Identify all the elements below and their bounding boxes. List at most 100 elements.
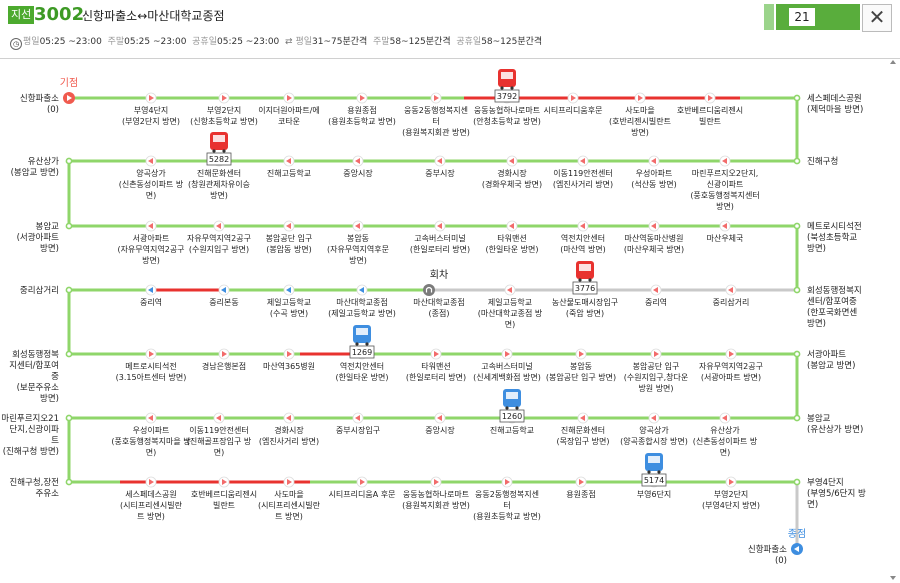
stop-r1-1-label: 마린푸르지오2단지, 신광이파트 (풍호동행정복지센터 방면) xyxy=(690,168,759,211)
stop-r6-5-label: 웅동농협하나로마트 (용원복지회관 방면) xyxy=(402,489,470,510)
stop-r5-2-label: 양곡상가 (양곡종합시장 방면) xyxy=(620,425,688,446)
stop-r0-10-dot[interactable] xyxy=(793,94,801,102)
stop-r1-7-label: 진해고등학교 xyxy=(267,168,311,178)
route-name: 신항파출소↔마산대학교종점 xyxy=(82,9,225,23)
stop-r4-2-label: 경남은행본점 xyxy=(202,361,246,371)
stop-r0-8-label: 사도마을 (호반리젠시빌란트 방면) xyxy=(609,106,671,137)
bus-4-0-number: 1269 xyxy=(352,348,372,357)
stop-r2-10-dot[interactable] xyxy=(65,222,73,230)
bus-5-0-wheel xyxy=(505,406,509,410)
stop-r5-10-label: 마린푸르지오21 단지,신광이파 트 (진해구청 방면) xyxy=(1,413,59,457)
stop-r3-0-label: 중리삼거리 xyxy=(20,285,59,296)
weekday-label: 평일 xyxy=(23,37,40,47)
bus-6-0-window xyxy=(648,456,660,463)
stop-r5-7-label: 경화시장 (엠진사거리 방면) xyxy=(259,425,319,446)
stop-r1-0-label: 진해구청 xyxy=(807,156,838,167)
stop-r2-10-label: 봉암교 (서광아파트 방면) xyxy=(17,221,60,254)
stop-r2-0-label: 메트로시티석전 (북성초등학교 방면) xyxy=(807,221,862,254)
stop-r2-2-label: 마산역동마산병원 (마산우체국 방면) xyxy=(624,233,684,254)
stop-r4-0-label: 회성동행정복 지센터/합포여 중 (보문주유소 방면) xyxy=(9,349,59,404)
stop-r5-0-label: 봉암교 (유산상가 방면) xyxy=(807,413,863,435)
stop-r5-3-label: 진해문화센터 (목장입구 방면) xyxy=(557,425,610,446)
stop-r3-3-label: 제일고등학교 (수곡 방면) xyxy=(267,297,311,318)
stop-r2-1-label: 마산우체국 xyxy=(707,233,744,243)
bus-1-0-wheel xyxy=(212,149,216,153)
stop-r4-0-dot[interactable] xyxy=(65,350,73,358)
stop-r2-7-label: 봉암공단 입구 (봉암동 방면) xyxy=(266,233,313,254)
stop-r4-8-label: 봉암공단 입구 (수원지입구,창다운 방원 방면) xyxy=(624,361,689,393)
stop-r3-10-label: 회성동행정복지 센터/합포여중 (한포국화면센 방면) xyxy=(807,285,862,329)
stop-r0-7-label: 시티프리디움후문 xyxy=(544,106,603,115)
stop-r0-5-label: 웅동2동행정복지센 터 (용원복지회관 방면) xyxy=(402,105,470,137)
stop-r3-2-label: 중리본동 xyxy=(209,298,238,307)
stop-r6-6-label: 웅동2동행정복지센 터 (용원초등학교 방면) xyxy=(473,489,541,521)
stop-r6-3-label: 사도마을 (시티프리센시빌란 트 방면) xyxy=(258,490,321,521)
stop-r4-5-label: 타워맨션 (한일로터리 방면) xyxy=(406,361,466,382)
stop-r4-3-label: 마산역365병원 xyxy=(263,361,315,371)
turnaround-icon[interactable] xyxy=(423,284,435,296)
stop-r0-10-label: 세스페데스공원 (제덕마을 방면) xyxy=(807,93,863,115)
holiday-label: 공휴일 xyxy=(192,37,217,47)
weekend-label: 주말 xyxy=(107,37,125,47)
stop-r3-1-label: 중리역 xyxy=(140,297,162,307)
stop-r0-3-label: 이지더원아파트/에 코타운 xyxy=(258,105,320,126)
stop-r1-9-label: 양곡상가 (신촌동성이파트 방 면) xyxy=(119,168,184,200)
close-icon: ✕ xyxy=(868,5,886,29)
stop-r5-4-label: 진해고등학교 xyxy=(490,425,534,435)
stop-r6-2-label: 호반베르디움리젠시 빌란트 xyxy=(191,490,257,510)
interval-icon: ⇄ xyxy=(285,37,293,47)
stop-r2-6-label: 봉암동 (자유무역지역후문 방면) xyxy=(327,233,389,265)
stop-r4-1-label: 메트로시티석전 (3.15아트센터 방면) xyxy=(116,361,187,382)
bus-3-0-wheel xyxy=(588,278,592,282)
holiday-hours: 05:25 ~23:00 xyxy=(217,37,280,47)
stop-r6-8-label: 부영6단지 xyxy=(637,489,672,499)
stop-r3-7-label: 농산물도매시장입구 (죽암 방면) xyxy=(552,297,618,318)
stop-r1-6-label: 중앙시장 xyxy=(343,168,373,178)
stop-r2-9-label: 서광아파트 (자유무역지역2공구 방면) xyxy=(117,233,184,265)
scrollbar[interactable] xyxy=(888,60,898,580)
stop-r3-10-dot[interactable] xyxy=(793,286,801,294)
bus-3-0-window xyxy=(579,264,591,271)
stop-r6-10-dot[interactable] xyxy=(793,478,801,486)
start-label: 기점 xyxy=(60,77,78,89)
bus-6-0-wheel xyxy=(647,470,651,474)
close-button[interactable]: ✕ xyxy=(862,4,892,32)
stop-r1-5-label: 중부시장 xyxy=(425,168,455,178)
weekday-hours: 05:25 ~23:00 xyxy=(39,37,102,47)
route-map: 기점신항파출소 (0) 부영4단지 (부영2단지 방면) 부영2단지 (신항초등학교 방면… xyxy=(1,69,866,566)
stop-r3-8-label: 중리역 xyxy=(645,297,667,307)
scroll-down-icon[interactable] xyxy=(890,576,896,580)
stop-r5-10-dot[interactable] xyxy=(65,414,73,422)
scroll-up-icon[interactable] xyxy=(890,60,896,64)
bus-4-0-wheel xyxy=(355,342,359,346)
bus-1-0-number: 5282 xyxy=(209,155,229,164)
stop-r3-9-label: 중리삼거리 xyxy=(713,297,750,307)
stop-r6-10-label: 부영4단지 (부영5/6단지 방 면) xyxy=(807,477,866,510)
bus-6-0-wheel xyxy=(657,470,661,474)
bus-3-0-number: 3776 xyxy=(575,284,595,293)
stop-r3-0-dot[interactable] xyxy=(65,286,73,294)
stop-r1-0-dot[interactable] xyxy=(793,157,801,165)
stop-r6-0-dot[interactable] xyxy=(65,478,73,486)
stop-r3-4-label: 마산대학교종점 (제일고등학교 방면) xyxy=(328,297,396,318)
vehicle-panel-left xyxy=(764,4,774,30)
stop-r4-10-label: 서광아파트 (봉암교 방면) xyxy=(807,349,855,371)
stop-r2-0-dot[interactable] xyxy=(793,222,801,230)
stop-r1-8-label: 진해문화센터 (창원관제차유이승 방면) xyxy=(188,168,250,200)
stop-r1-10-dot[interactable] xyxy=(65,157,73,165)
bus-0-0-window xyxy=(501,72,513,79)
bus-1-0-wheel xyxy=(222,149,226,153)
turnaround-label: 회차 xyxy=(430,269,448,281)
stop-r5-0-dot[interactable] xyxy=(793,414,801,422)
bus-4-0-wheel xyxy=(365,342,369,346)
stop-r4-10-dot[interactable] xyxy=(793,350,801,358)
stop-r0-6-label: 웅동농협하나로마트 (안청초등학교 방면) xyxy=(473,105,541,126)
vehicle-count: 21 xyxy=(788,7,816,27)
stop-r5-1-label: 유산상가 (신촌동성이파트 방 면) xyxy=(693,425,758,457)
bus-6-0-number: 5174 xyxy=(644,476,664,485)
stop-r5-5-label: 중앙시장 xyxy=(425,425,455,435)
route-number: 3002 xyxy=(34,4,85,25)
stop-r1-2-label: 우성아파트 (석산동 방면) xyxy=(631,168,677,189)
end-label: 종점 xyxy=(788,528,806,540)
stop-r1-3-label: 이동119안전센터 (엠진사거리 방면) xyxy=(553,168,613,189)
